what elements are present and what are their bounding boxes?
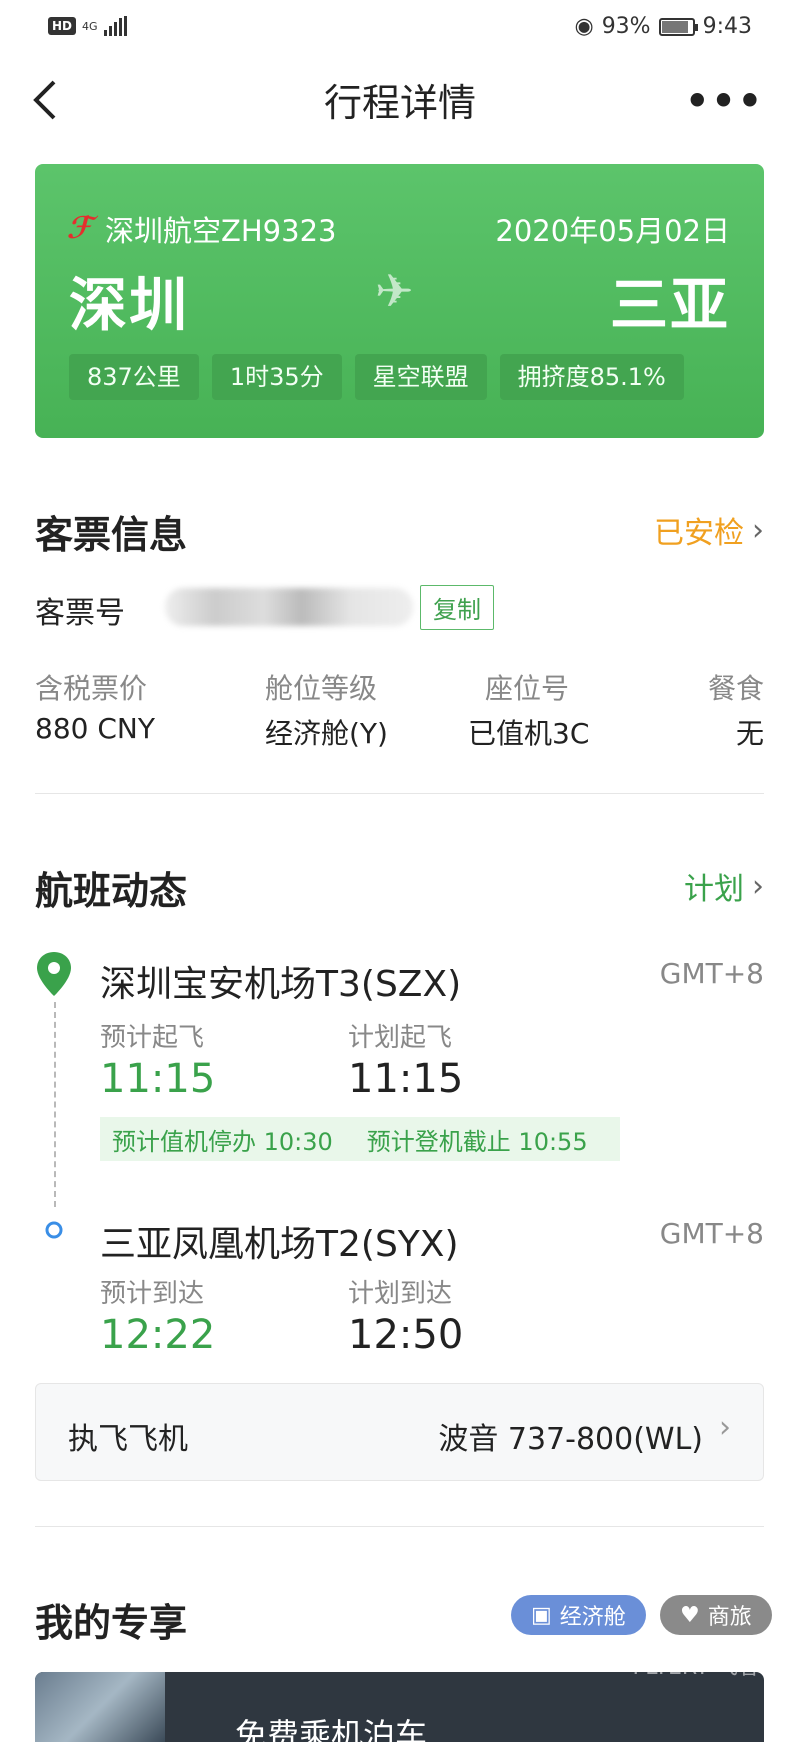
plan-link[interactable]: 计划 › bbox=[684, 864, 764, 908]
copy-button[interactable]: 复制 bbox=[420, 585, 494, 630]
battery-icon bbox=[658, 17, 698, 36]
departure-est-label: 预计起飞 bbox=[100, 1023, 205, 1053]
flight-date: 2020年05月02日 bbox=[495, 214, 730, 248]
departure-pin-icon bbox=[37, 952, 71, 996]
arrival-plan-label: 计划到达 bbox=[348, 1279, 453, 1309]
airline-flight-no: 深圳航空ZH9323 bbox=[105, 214, 337, 248]
battery-fill bbox=[661, 20, 688, 33]
chevron-right-icon: › bbox=[752, 512, 764, 548]
cabin-value: 经济舱(Y) bbox=[265, 717, 388, 750]
checkin-deadline: 预计值机停办 10:30 bbox=[112, 1127, 333, 1156]
security-status: 已安检 bbox=[654, 516, 744, 551]
economy-pill-label: 经济舱 bbox=[559, 1605, 626, 1630]
security-status-link[interactable]: 已安检 › bbox=[654, 508, 764, 552]
chevron-right-icon: › bbox=[752, 868, 764, 904]
page-title: 行程详情 bbox=[323, 81, 476, 125]
divider bbox=[35, 793, 764, 794]
hd-badge: HD bbox=[48, 17, 77, 35]
business-travel-pill[interactable]: ♥ 商旅 bbox=[660, 1595, 772, 1635]
seat-value: 已值机3C bbox=[468, 717, 590, 750]
battery-percent: 93% bbox=[601, 14, 651, 39]
dynamic-section-title: 航班动态 bbox=[35, 869, 188, 913]
departure-plan-time: 11:15 bbox=[348, 1056, 464, 1102]
airline-logo-icon: ℱ bbox=[64, 211, 99, 246]
boarding-deadline: 预计登机截止 10:55 bbox=[366, 1127, 588, 1156]
departure-gmt: GMT+8 bbox=[659, 957, 764, 990]
network-label: 4G bbox=[82, 19, 98, 33]
arrival-est-time: 12:22 bbox=[100, 1312, 216, 1358]
departure-city: 深圳 bbox=[69, 271, 190, 339]
seat-icon: ▣ bbox=[531, 1602, 552, 1628]
ticket-number-label: 客票号 bbox=[35, 596, 125, 631]
ticket-number-redacted bbox=[165, 588, 413, 626]
signal-icon bbox=[103, 16, 127, 36]
arrival-city: 三亚 bbox=[609, 271, 730, 339]
airline-row: ℱ 深圳航空ZH9323 bbox=[64, 208, 337, 250]
crowd-tag: 拥挤度85.1% bbox=[499, 354, 684, 400]
plan-link-label: 计划 bbox=[684, 872, 744, 907]
banner-title: 免费乘机泊车 bbox=[235, 1716, 428, 1742]
flight-card: ℱ 深圳航空ZH9323 2020年05月02日 深圳 ✈ 三亚 837公里 1… bbox=[35, 164, 764, 438]
cabin-label: 舱位等级 bbox=[265, 672, 378, 705]
aircraft-label: 执飞飞机 bbox=[68, 1422, 188, 1457]
price-value: 880 CNY bbox=[35, 712, 155, 745]
status-right: ◉ 93% 9:43 bbox=[574, 14, 752, 39]
ticket-section-title: 客票信息 bbox=[35, 513, 188, 557]
meal-label: 餐食 bbox=[707, 672, 764, 705]
price-label: 含税票价 bbox=[35, 672, 148, 705]
status-left: HD 4G bbox=[48, 16, 127, 36]
arrival-airport: 三亚凤凰机场T2(SYX) bbox=[100, 1224, 459, 1265]
arrival-plan-time: 12:50 bbox=[348, 1312, 464, 1358]
eye-icon: ◉ bbox=[574, 14, 594, 39]
arrival-dot-icon bbox=[45, 1221, 63, 1239]
arrival-est-label: 预计到达 bbox=[100, 1279, 205, 1309]
aircraft-model: 波音 737-800(WL) bbox=[438, 1422, 703, 1457]
distance-tag: 837公里 bbox=[69, 354, 199, 400]
economy-pill[interactable]: ▣ 经济舱 bbox=[511, 1595, 646, 1635]
parking-banner[interactable]: 免费乘机泊车 bbox=[35, 1672, 764, 1742]
status-bar: HD 4G ◉ 93% 9:43 bbox=[0, 0, 800, 56]
alliance-tag: 星空联盟 bbox=[354, 354, 487, 400]
departure-est-time: 11:15 bbox=[100, 1056, 216, 1102]
flight-tags: 837公里 1时35分 星空联盟 拥挤度85.1% bbox=[69, 354, 684, 400]
departure-plan-label: 计划起飞 bbox=[348, 1023, 453, 1053]
departure-airport: 深圳宝安机场T3(SZX) bbox=[100, 964, 462, 1005]
airplane-icon: ✈ bbox=[375, 264, 414, 318]
arrival-gmt: GMT+8 bbox=[659, 1217, 764, 1250]
checkin-notice: 预计值机停办 10:30 预计登机截止 10:55 bbox=[100, 1117, 620, 1161]
banner-image bbox=[35, 1672, 165, 1742]
watermark: FLYERT 飞客 bbox=[632, 1655, 760, 1680]
timeline-line bbox=[54, 1002, 56, 1207]
aircraft-row[interactable]: 执飞飞机 波音 737-800(WL) › bbox=[35, 1383, 764, 1481]
clock: 9:43 bbox=[702, 14, 752, 39]
more-dots-icon: ••• bbox=[685, 79, 764, 123]
divider bbox=[35, 1526, 764, 1527]
chevron-right-icon: › bbox=[719, 1410, 731, 1445]
more-button[interactable]: ••• bbox=[685, 78, 764, 124]
business-travel-pill-label: 商旅 bbox=[707, 1605, 752, 1630]
duration-tag: 1时35分 bbox=[211, 354, 342, 400]
heart-icon: ♥ bbox=[680, 1602, 700, 1628]
exclusive-section-title: 我的专享 bbox=[35, 1601, 188, 1645]
meal-value: 无 bbox=[735, 717, 764, 750]
seat-label: 座位号 bbox=[485, 672, 570, 705]
